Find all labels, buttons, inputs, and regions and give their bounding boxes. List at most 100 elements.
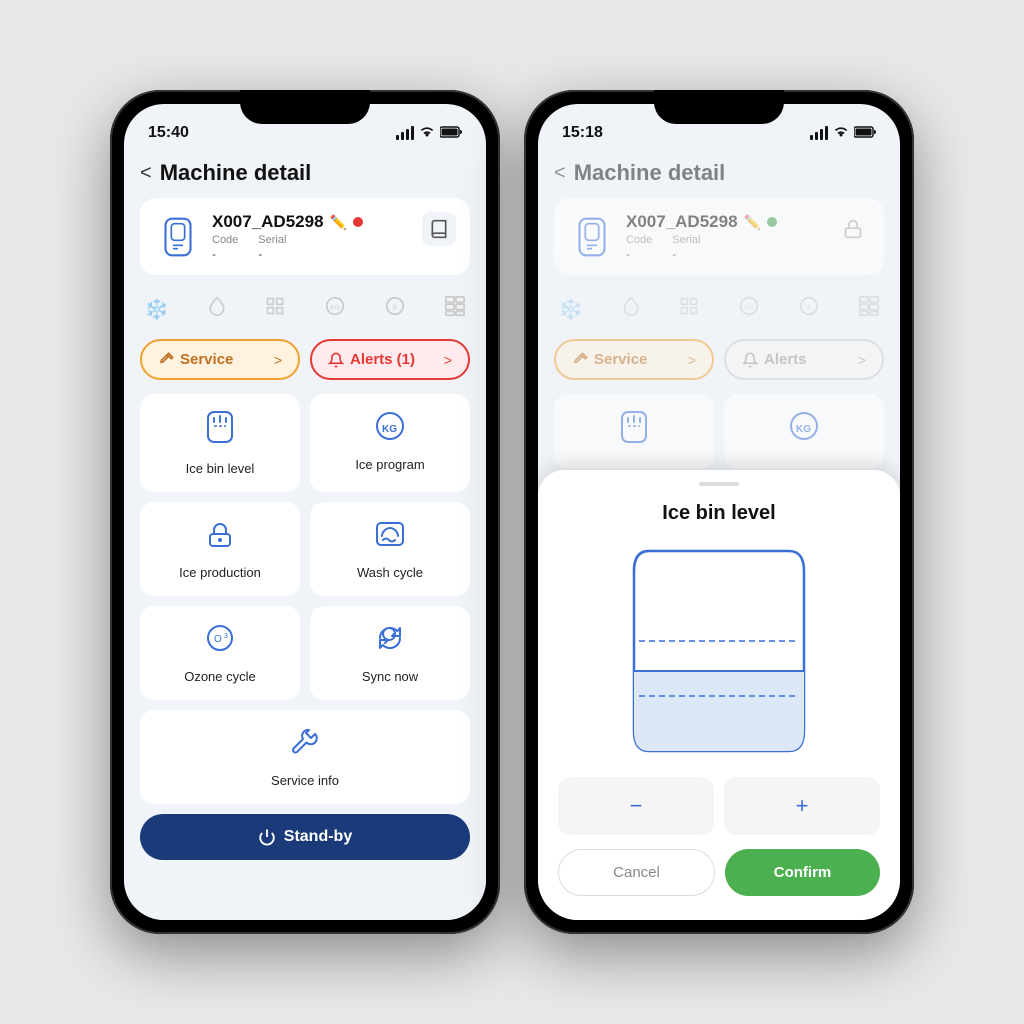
snowflake-icon-2[interactable]: ❄️ (558, 297, 583, 322)
action-buttons-2: Service > Alerts > (554, 339, 884, 380)
ice-program-item[interactable]: KG Ice program (310, 394, 470, 492)
machine-icon-1 (156, 215, 200, 259)
ice-program-item-2: KG (724, 394, 884, 469)
circle3-icon[interactable]: 3 (384, 295, 406, 323)
svg-text:KG: KG (796, 424, 811, 435)
code-label-1: Code (212, 234, 238, 246)
features-row-1: ❄️ KG (140, 287, 470, 331)
machine-name-2: X007_AD5298 (626, 212, 738, 232)
lock-icon-2[interactable] (836, 212, 870, 246)
edit-icon-1[interactable]: ✏️ (330, 214, 347, 231)
alerts-chevron-1: > (444, 352, 452, 368)
svg-text:3: 3 (806, 303, 810, 312)
action-buttons-1: Service > Alerts (1) > (140, 339, 470, 380)
signal-icon-1 (396, 126, 414, 140)
ice-production-icon (204, 518, 236, 557)
code-label-2: Code (626, 234, 652, 246)
phone-notch (240, 90, 370, 124)
confirm-button[interactable]: Confirm (725, 849, 880, 896)
service-button-1[interactable]: Service > (140, 339, 300, 380)
drops-icon-2[interactable] (621, 296, 641, 322)
svg-text:O: O (214, 634, 222, 645)
service-chevron-2: > (688, 352, 696, 368)
service-chevron-1: > (274, 352, 282, 368)
machine-card-2: X007_AD5298 ✏️ Code - Serial - (554, 198, 884, 275)
wash-cycle-item[interactable]: Wash cycle (310, 502, 470, 596)
machine-icon-2 (570, 215, 614, 259)
back-button-2[interactable]: < (554, 162, 566, 185)
standby-button-1[interactable]: Stand-by (140, 814, 470, 860)
header-2: < Machine detail (554, 152, 884, 198)
edit-icon-2[interactable]: ✏️ (744, 214, 761, 231)
service-info-label: Service info (271, 773, 339, 788)
serial-label-1: Serial (258, 234, 286, 246)
kg-icon-2[interactable]: KG (738, 295, 760, 323)
modal-title: Ice bin level (558, 502, 880, 525)
ice-bin-level-item[interactable]: Ice bin level (140, 394, 300, 492)
sync-now-item[interactable]: Sync now (310, 606, 470, 700)
app-content-1: < Machine detail (124, 152, 486, 920)
grid-icon[interactable] (265, 296, 285, 322)
status-time-2: 15:18 (562, 124, 603, 142)
back-button-1[interactable]: < (140, 162, 152, 185)
svg-text:3: 3 (224, 633, 228, 640)
status-icons-1 (396, 126, 462, 141)
grid2-icon-2[interactable] (858, 295, 880, 323)
phone-1-screen: 15:40 (124, 104, 486, 920)
ice-program-label: Ice program (355, 457, 424, 472)
modal-controls: − + (558, 777, 880, 835)
grid-partial-2: KG (554, 394, 884, 469)
code-value-2: - (626, 247, 652, 261)
decrement-button[interactable]: − (558, 777, 714, 835)
serial-label-2: Serial (672, 234, 700, 246)
battery-icon-2 (854, 126, 876, 141)
machine-info-1: X007_AD5298 ✏️ Code - Serial - (212, 212, 454, 261)
wash-cycle-label: Wash cycle (357, 565, 423, 580)
grid-icon-2[interactable] (679, 296, 699, 322)
drops-icon[interactable] (207, 296, 227, 322)
page-title-1: Machine detail (160, 160, 312, 186)
grid-row-3: O 3 Ozone cycle Sync (140, 606, 470, 700)
ice-production-item[interactable]: Ice production (140, 502, 300, 596)
machine-name-1: X007_AD5298 (212, 212, 324, 232)
increment-button[interactable]: + (724, 777, 880, 835)
book-icon-1[interactable] (422, 212, 456, 246)
wrench-icon (289, 726, 321, 765)
battery-icon-1 (440, 126, 462, 141)
ice-bin-icon-2 (618, 410, 650, 453)
grid2-icon[interactable] (444, 295, 466, 323)
wash-cycle-icon (374, 518, 406, 557)
status-dot-1 (353, 217, 363, 227)
ozone-cycle-item[interactable]: O 3 Ozone cycle (140, 606, 300, 700)
ice-bin-visual (558, 541, 880, 761)
ice-bin-label: Ice bin level (186, 461, 255, 476)
alerts-button-2[interactable]: Alerts > (724, 339, 884, 380)
grid-row-4: Service info (140, 710, 470, 804)
sync-label: Sync now (362, 669, 418, 684)
snowflake-icon[interactable]: ❄️ (144, 297, 169, 322)
service-info-item[interactable]: Service info (140, 710, 470, 804)
serial-value-2: - (672, 247, 700, 261)
sync-icon (374, 622, 406, 661)
alerts-button-1[interactable]: Alerts (1) > (310, 339, 470, 380)
ice-bin-level-item-2 (554, 394, 714, 469)
grid-row-1: Ice bin level KG Ice program (140, 394, 470, 492)
ice-production-label: Ice production (179, 565, 261, 580)
wifi-icon-1 (419, 126, 435, 141)
modal-handle (699, 482, 739, 486)
page-title-2: Machine detail (574, 160, 726, 186)
alerts-btn-text-1: Alerts (1) (350, 351, 415, 368)
status-icons-2 (810, 126, 876, 141)
alerts-chevron-2: > (858, 352, 866, 368)
circle3-icon-2[interactable]: 3 (798, 295, 820, 323)
ozone-icon: O 3 (204, 622, 236, 661)
service-btn-text-1: Service (180, 351, 233, 368)
ozone-label: Ozone cycle (184, 669, 256, 684)
kg-icon[interactable]: KG (324, 295, 346, 323)
service-button-2[interactable]: Service > (554, 339, 714, 380)
svg-text:KG: KG (382, 424, 397, 435)
phone-2: 15:18 (524, 90, 914, 934)
code-value-1: - (212, 247, 238, 261)
features-row-2: ❄️ KG (554, 287, 884, 331)
cancel-button[interactable]: Cancel (558, 849, 715, 896)
